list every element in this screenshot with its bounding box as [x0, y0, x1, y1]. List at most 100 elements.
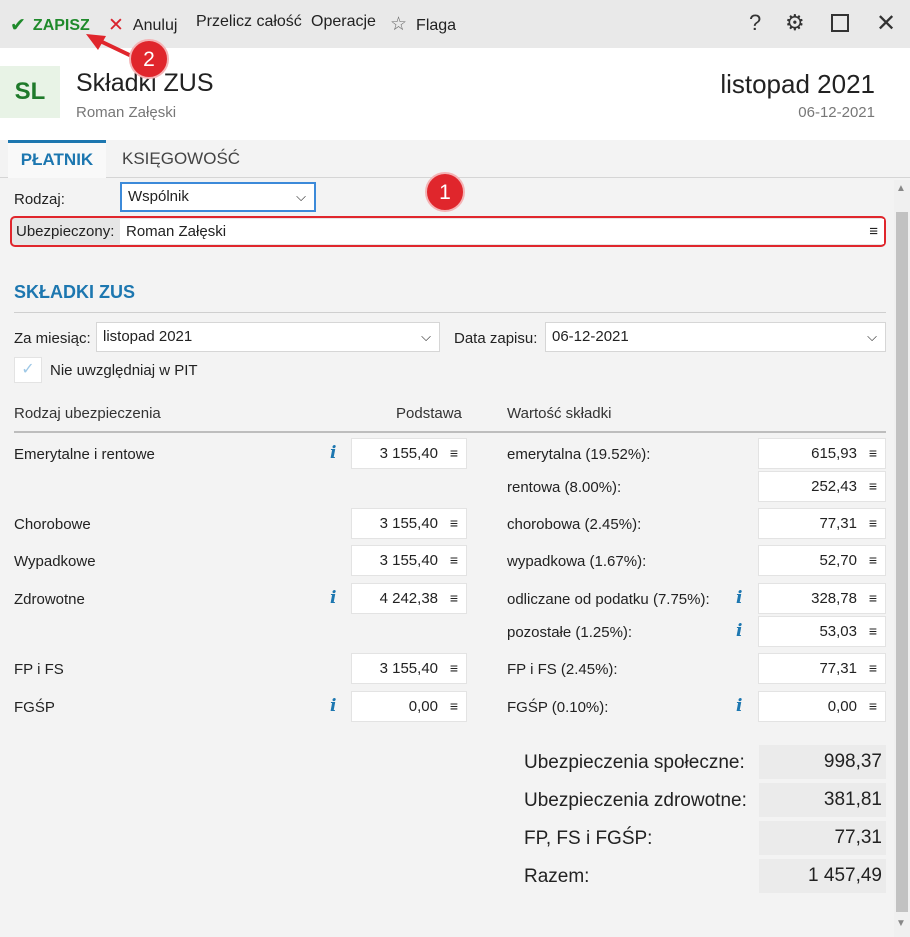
contribution-input-health-deductible[interactable]: 328,78 ≡ — [758, 583, 886, 614]
annotation-badge-2: 2 — [129, 39, 169, 79]
contribution-input-retirement[interactable]: 615,93 ≡ — [758, 438, 886, 469]
base-value: 3 155,40 — [379, 515, 438, 532]
chevron-down-icon: ⌵ — [867, 329, 877, 344]
info-icon[interactable]: i — [330, 696, 336, 716]
save-date-label: Data zapisu: — [454, 330, 538, 347]
document-logo: SL — [0, 66, 60, 118]
summary-value-health: 381,81 — [759, 783, 886, 817]
menu-icon[interactable]: ≡ — [869, 692, 877, 721]
base-value: 3 155,40 — [379, 552, 438, 569]
save-date-select[interactable]: 06-12-2021 ⌵ — [545, 322, 886, 352]
menu-icon[interactable]: ≡ — [869, 472, 877, 501]
contribution-value: 0,00 — [827, 698, 857, 715]
base-input-fp-fs[interactable]: 3 155,40 ≡ — [351, 653, 467, 684]
contribution-input-fp-fs[interactable]: 77,31 ≡ — [758, 653, 886, 684]
summary-value-social: 998,37 — [759, 745, 886, 779]
base-value: 4 242,38 — [379, 590, 438, 607]
contribution-input-health-other[interactable]: 53,03 ≡ — [758, 616, 886, 647]
scroll-down-icon[interactable]: ▼ — [896, 918, 906, 929]
menu-icon[interactable]: ≡ — [450, 654, 458, 683]
period-label: listopad 2021 — [720, 69, 875, 99]
insured-field-highlight: Ubezpieczony: Roman Załęski ≡ — [10, 216, 886, 247]
contribution-label-retirement: emerytalna (19.52%): — [507, 446, 651, 463]
menu-icon[interactable]: ≡ — [450, 439, 458, 468]
info-icon[interactable]: i — [330, 443, 336, 463]
tab-platnik[interactable]: PŁATNIK — [8, 140, 106, 178]
contribution-value: 252,43 — [811, 478, 857, 495]
contribution-input-fgsp[interactable]: 0,00 ≡ — [758, 691, 886, 722]
info-icon[interactable]: i — [736, 696, 742, 716]
contribution-value: 52,70 — [819, 552, 857, 569]
type-label: Rodzaj: — [14, 191, 65, 208]
tab-bar: PŁATNIK KSIĘGOWOŚĆ — [0, 140, 910, 178]
row-label-health: Zdrowotne — [14, 591, 85, 608]
close-icon[interactable]: ✕ — [876, 9, 896, 38]
menu-icon[interactable]: ≡ — [450, 509, 458, 538]
menu-icon[interactable]: ≡ — [450, 692, 458, 721]
annotation-badge-1: 1 — [425, 172, 465, 212]
base-input-fgsp[interactable]: 0,00 ≡ — [351, 691, 467, 722]
base-value: 3 155,40 — [379, 660, 438, 677]
pit-checkbox-label: Nie uwzględniaj w PIT — [50, 362, 198, 379]
gear-icon[interactable]: ⚙ — [785, 10, 805, 36]
insured-label: Ubezpieczony: — [16, 223, 115, 240]
month-select[interactable]: listopad 2021 ⌵ — [96, 322, 440, 352]
contribution-label-sickness: chorobowa (2.45%): — [507, 516, 642, 533]
menu-icon[interactable]: ≡ — [450, 546, 458, 575]
column-header-value: Wartość składki — [507, 405, 612, 422]
row-label-fp-fs: FP i FS — [14, 661, 64, 678]
menu-icon[interactable]: ≡ — [869, 219, 878, 244]
summary-value-fp-fs-fgsp: 77,31 — [759, 821, 886, 855]
flag-button[interactable]: ☆ Flaga — [390, 13, 456, 36]
summary-label-total: Razem: — [524, 866, 590, 887]
menu-icon[interactable]: ≡ — [869, 439, 877, 468]
contribution-input-sickness[interactable]: 77,31 ≡ — [758, 508, 886, 539]
row-label-fgsp: FGŚP — [14, 699, 55, 716]
base-input-accident[interactable]: 3 155,40 ≡ — [351, 545, 467, 576]
base-input-health[interactable]: 4 242,38 ≡ — [351, 583, 467, 614]
info-icon[interactable]: i — [736, 621, 742, 641]
pit-checkbox[interactable]: ✓ — [14, 357, 42, 383]
row-label-accident: Wypadkowe — [14, 553, 96, 570]
contribution-value: 77,31 — [819, 515, 857, 532]
summary-label-fp-fs-fgsp: FP, FS i FGŚP: — [524, 828, 653, 849]
scrollbar-thumb[interactable] — [896, 212, 908, 912]
base-value: 3 155,40 — [379, 445, 438, 462]
chevron-down-icon: ⌵ — [421, 329, 431, 344]
scroll-up-icon[interactable]: ▲ — [896, 183, 906, 194]
month-label: Za miesiąc: — [14, 330, 91, 347]
menu-icon[interactable]: ≡ — [869, 546, 877, 575]
contribution-value: 615,93 — [811, 445, 857, 462]
base-input-sickness[interactable]: 3 155,40 ≡ — [351, 508, 467, 539]
column-header-type: Rodzaj ubezpieczenia — [14, 405, 161, 422]
flag-label: Flaga — [416, 17, 457, 34]
menu-icon[interactable]: ≡ — [869, 617, 877, 646]
menu-icon[interactable]: ≡ — [450, 584, 458, 613]
check-icon: ✔ — [10, 15, 26, 36]
contribution-label-fp-fs: FP i FS (2.45%): — [507, 661, 618, 678]
operations-menu[interactable]: Operacje — [311, 13, 376, 31]
contribution-input-disability[interactable]: 252,43 ≡ — [758, 471, 886, 502]
contribution-label-health-other: pozostałe (1.25%): — [507, 624, 633, 641]
base-input-pension[interactable]: 3 155,40 ≡ — [351, 438, 467, 469]
help-icon[interactable]: ? — [749, 10, 761, 36]
row-label-sickness: Chorobowe — [14, 516, 91, 533]
menu-icon[interactable]: ≡ — [869, 509, 877, 538]
page-subtitle: Roman Załęski — [76, 104, 177, 121]
summary-label-health: Ubezpieczenia zdrowotne: — [524, 790, 747, 811]
contribution-input-accident[interactable]: 52,70 ≡ — [758, 545, 886, 576]
menu-icon[interactable]: ≡ — [869, 584, 877, 613]
contribution-value: 77,31 — [819, 660, 857, 677]
info-icon[interactable]: i — [736, 588, 742, 608]
type-select[interactable]: Wspólnik ⌵ — [120, 182, 316, 212]
save-button[interactable]: ✔ ZAPISZ — [10, 13, 90, 36]
summary-label-social: Ubezpieczenia społeczne: — [524, 752, 745, 773]
section-title: SKŁADKI ZUS — [14, 282, 135, 302]
contribution-value: 328,78 — [811, 590, 857, 607]
menu-icon[interactable]: ≡ — [869, 654, 877, 683]
info-icon[interactable]: i — [330, 588, 336, 608]
insured-field[interactable]: Roman Załęski ≡ — [120, 219, 884, 244]
maximize-icon[interactable] — [831, 14, 849, 32]
tab-ksiegowosc[interactable]: KSIĘGOWOŚĆ — [112, 140, 250, 178]
recalculate-button[interactable]: Przelicz całość — [196, 13, 302, 31]
